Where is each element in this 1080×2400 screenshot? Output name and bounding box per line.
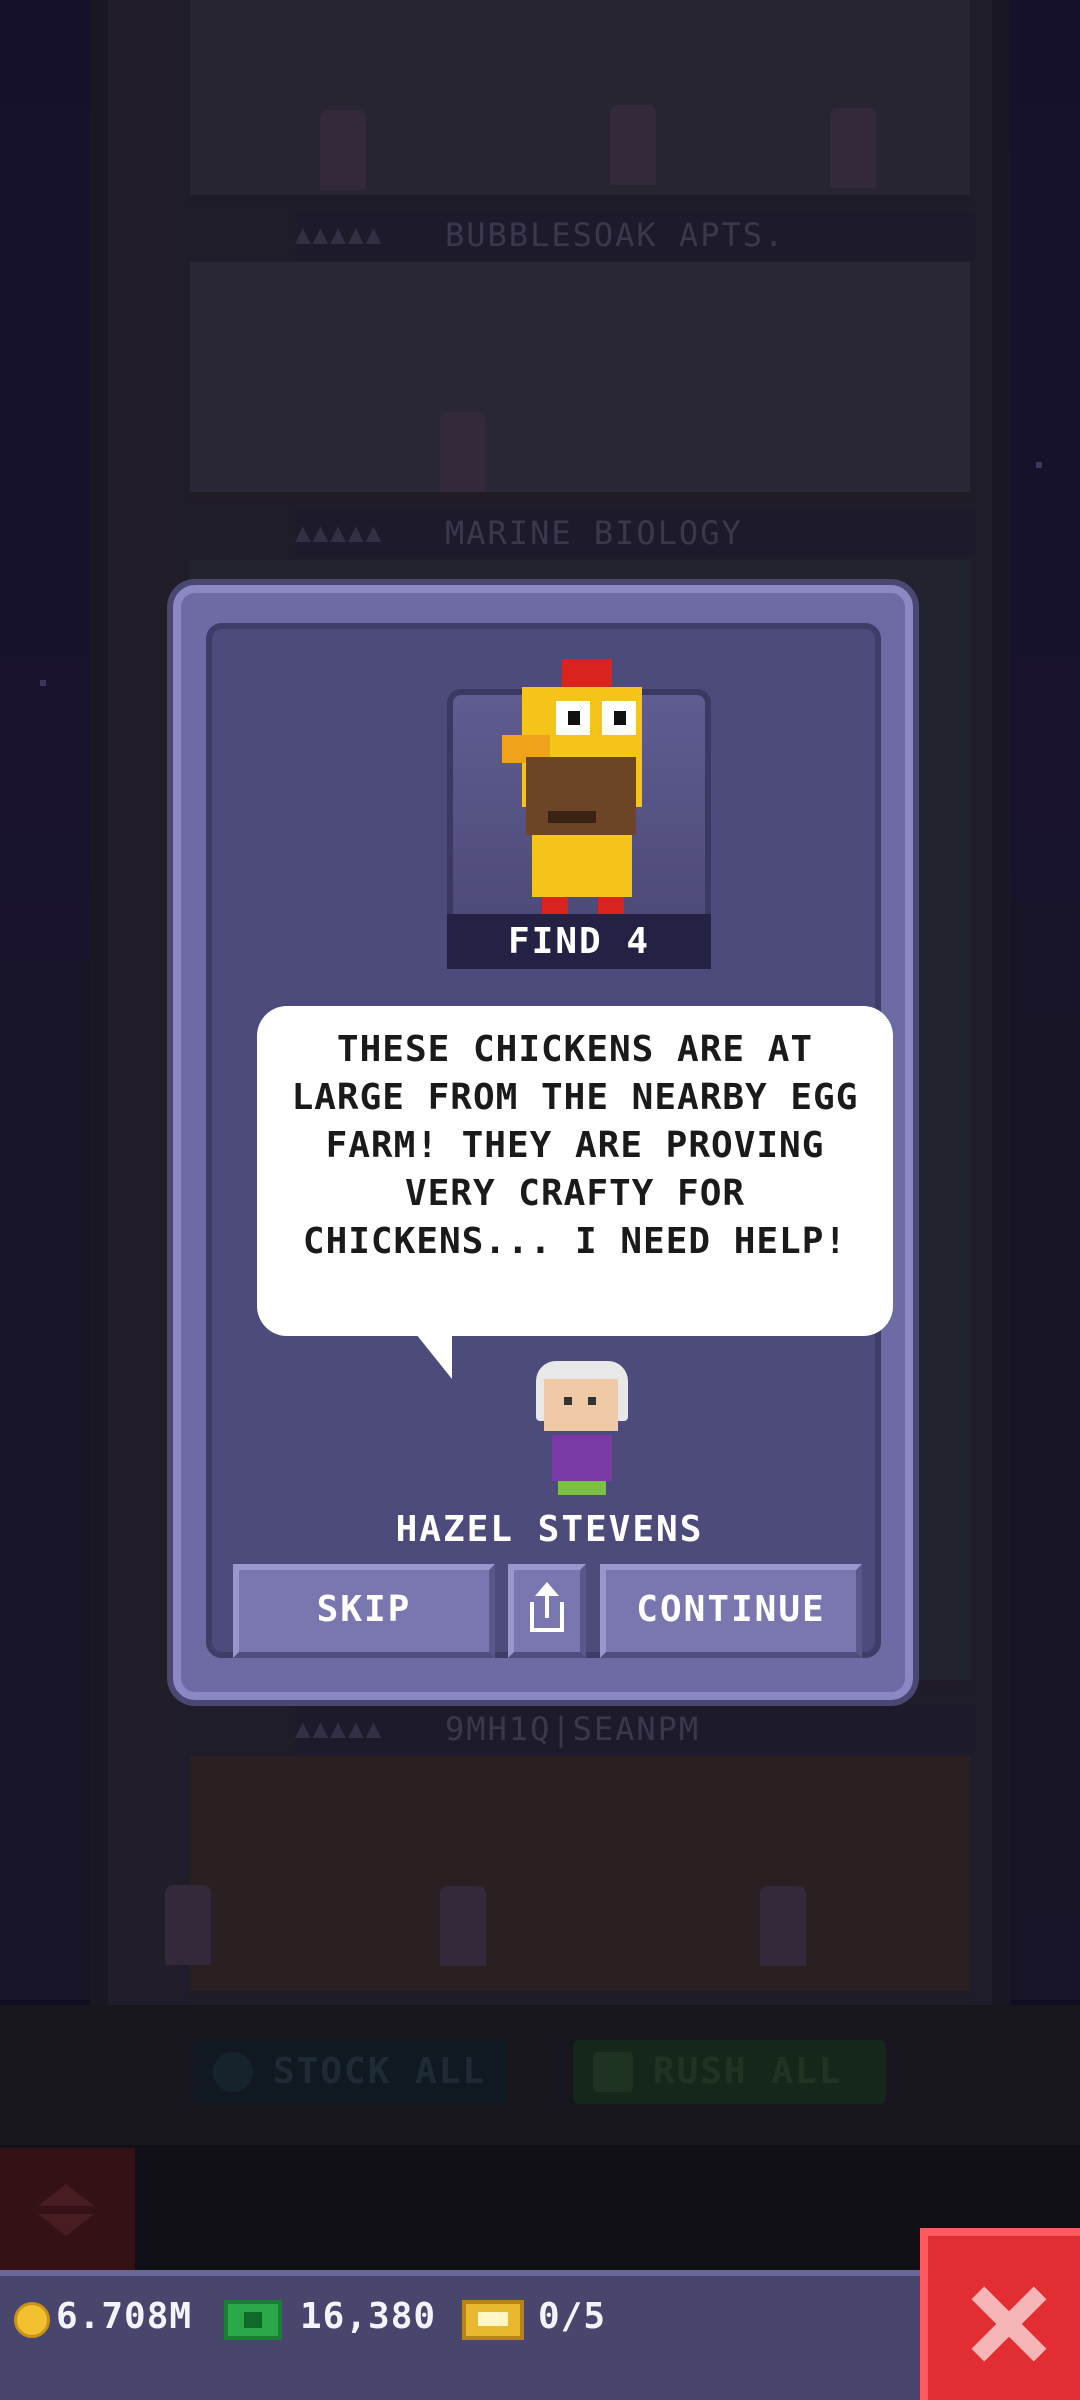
bux-value: 16,380 (300, 2296, 437, 2337)
coin-icon (14, 2302, 50, 2338)
chicken-character-icon (502, 659, 662, 915)
speech-bubble: THESE CHICKENS ARE AT LARGE FROM THE NEA… (257, 1006, 893, 1336)
ticket-icon (462, 2300, 524, 2340)
hazel-avatar (530, 1361, 630, 1501)
bux-icon (224, 2300, 282, 2340)
speaker-name: HAZEL STEVENS (395, 1509, 704, 1550)
close-button[interactable] (920, 2228, 1080, 2400)
speech-bubble-tail (412, 1329, 452, 1379)
tickets-value: 0/5 (538, 2296, 607, 2337)
share-button[interactable] (508, 1564, 586, 1658)
dialog-panel: FIND 4 THESE CHICKENS ARE AT LARGE FROM … (206, 623, 893, 1658)
share-icon (530, 1582, 564, 1632)
coins-value: 6.708M (56, 2296, 193, 2337)
close-icon (970, 2286, 1046, 2362)
continue-button[interactable]: CONTINUE (600, 1564, 862, 1658)
mission-goal-label: FIND 4 (447, 914, 711, 969)
skip-button[interactable]: SKIP (233, 1564, 495, 1658)
mission-dialog: FIND 4 THESE CHICKENS ARE AT LARGE FROM … (173, 585, 913, 1700)
